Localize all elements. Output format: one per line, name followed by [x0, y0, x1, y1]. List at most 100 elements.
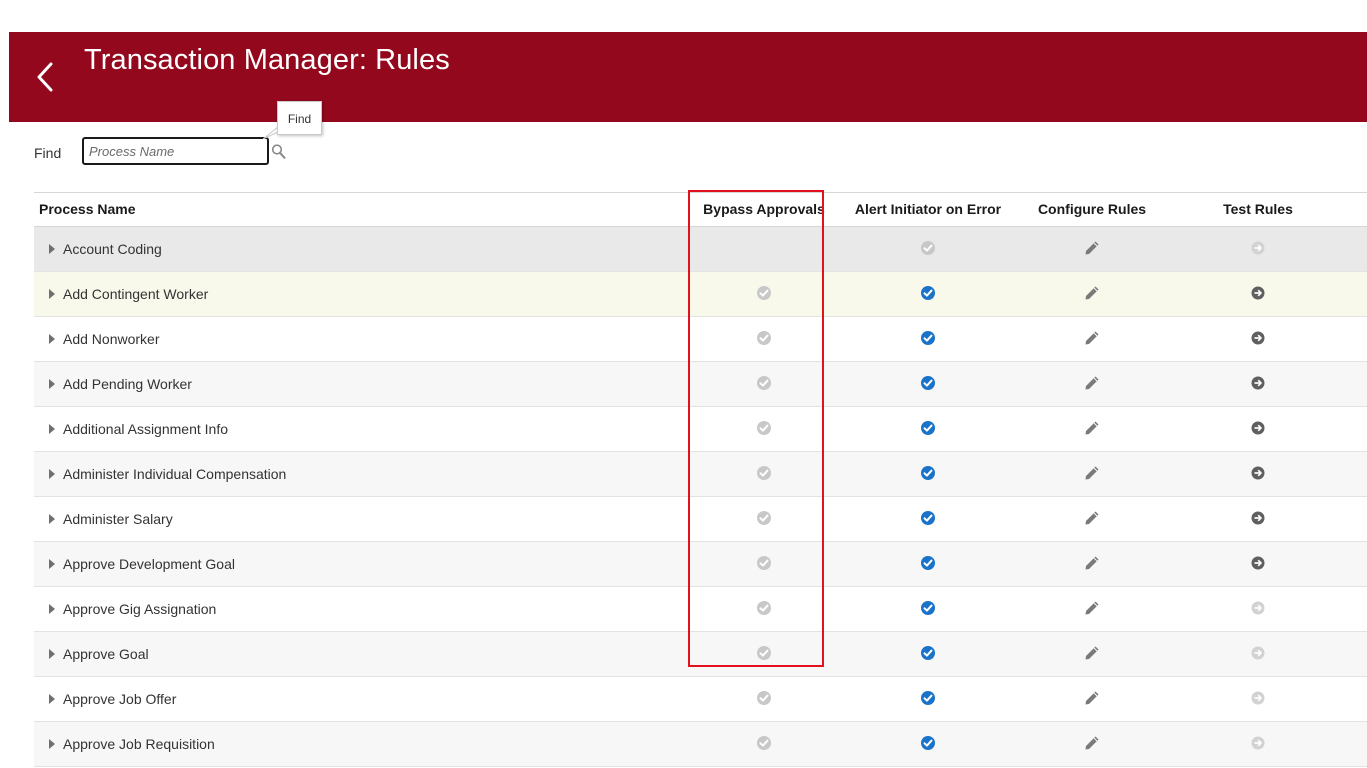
expand-row-icon[interactable]	[49, 739, 55, 749]
table-row[interactable]: Account Coding	[34, 227, 1367, 272]
alert-initiator-cell	[920, 465, 936, 481]
table-row[interactable]: Approve Job Offer	[34, 677, 1367, 722]
table-row[interactable]: Additional Assignment Info	[34, 407, 1367, 452]
check-circle-icon	[756, 645, 772, 661]
pencil-icon	[1084, 285, 1100, 301]
configure-rules-button[interactable]	[1084, 645, 1100, 661]
process-name-cell[interactable]: Add Nonworker	[63, 317, 160, 361]
expand-row-icon[interactable]	[49, 694, 55, 704]
arrow-circle-icon	[1250, 645, 1266, 661]
configure-rules-button[interactable]	[1084, 330, 1100, 346]
table-row[interactable]: Approve Goal	[34, 632, 1367, 677]
pencil-icon	[1084, 645, 1100, 661]
configure-rules-button[interactable]	[1084, 600, 1100, 616]
configure-rules-button[interactable]	[1084, 465, 1100, 481]
find-tooltip: Find	[277, 101, 322, 135]
expand-row-icon[interactable]	[49, 514, 55, 524]
pencil-icon	[1084, 555, 1100, 571]
table-row[interactable]: Add Nonworker	[34, 317, 1367, 362]
check-circle-icon	[756, 285, 772, 301]
configure-rules-button[interactable]	[1084, 375, 1100, 391]
bypass-approvals-cell	[756, 555, 772, 571]
check-circle-icon	[756, 510, 772, 526]
process-name-cell[interactable]: Approve Gig Assignation	[63, 587, 216, 631]
configure-rules-button[interactable]	[1084, 510, 1100, 526]
check-circle-icon	[920, 375, 936, 391]
test-rules-button[interactable]	[1250, 555, 1266, 571]
check-circle-icon	[920, 555, 936, 571]
configure-rules-button[interactable]	[1084, 240, 1100, 256]
process-name-cell[interactable]: Add Contingent Worker	[63, 272, 208, 316]
pencil-icon	[1084, 690, 1100, 706]
alert-initiator-cell	[920, 240, 936, 256]
check-circle-icon	[920, 690, 936, 706]
table-row[interactable]: Add Contingent Worker	[34, 272, 1367, 317]
configure-rules-button[interactable]	[1084, 690, 1100, 706]
check-circle-icon	[920, 420, 936, 436]
test-rules-button[interactable]	[1250, 420, 1266, 436]
process-name-cell[interactable]: Approve Development Goal	[63, 542, 235, 586]
test-rules-button[interactable]	[1250, 285, 1266, 301]
process-name-cell[interactable]: Account Coding	[63, 227, 162, 271]
configure-rules-button[interactable]	[1084, 555, 1100, 571]
alert-initiator-cell	[920, 420, 936, 436]
table-row[interactable]: Approve Development Goal	[34, 542, 1367, 587]
test-rules-button	[1250, 600, 1266, 616]
process-name-cell[interactable]: Approve Job Offer	[63, 677, 176, 721]
check-circle-icon	[756, 690, 772, 706]
process-name-cell[interactable]: Additional Assignment Info	[63, 407, 228, 451]
process-name-cell[interactable]: Add Pending Worker	[63, 362, 192, 406]
expand-row-icon[interactable]	[49, 244, 55, 254]
process-name-cell[interactable]: Approve Job Requisition	[63, 722, 215, 766]
expand-row-icon[interactable]	[49, 379, 55, 389]
process-name-cell[interactable]: Approve Goal	[63, 632, 149, 676]
col-header-process-name[interactable]: Process Name	[39, 193, 136, 226]
check-circle-icon	[756, 420, 772, 436]
process-name-cell[interactable]: Administer Salary	[63, 497, 173, 541]
test-rules-button[interactable]	[1250, 465, 1266, 481]
arrow-circle-icon	[1250, 240, 1266, 256]
col-header-configure-rules[interactable]: Configure Rules	[1012, 193, 1172, 226]
configure-rules-button[interactable]	[1084, 420, 1100, 436]
col-header-alert-initiator[interactable]: Alert Initiator on Error	[848, 193, 1008, 226]
pencil-icon	[1084, 240, 1100, 256]
check-circle-icon	[920, 330, 936, 346]
bypass-approvals-cell	[756, 600, 772, 616]
table-body: Account Coding Add Contingent Worker	[34, 227, 1367, 767]
col-header-test-rules[interactable]: Test Rules	[1178, 193, 1338, 226]
test-rules-button	[1250, 735, 1266, 751]
check-circle-icon	[920, 285, 936, 301]
bypass-approvals-cell	[756, 465, 772, 481]
test-rules-button[interactable]	[1250, 510, 1266, 526]
arrow-circle-icon	[1250, 420, 1266, 436]
table-row[interactable]: Add Pending Worker	[34, 362, 1367, 407]
expand-row-icon[interactable]	[49, 334, 55, 344]
table-row[interactable]: Administer Individual Compensation	[34, 452, 1367, 497]
process-name-cell[interactable]: Administer Individual Compensation	[63, 452, 286, 496]
col-header-bypass-approvals[interactable]: Bypass Approvals	[684, 193, 844, 226]
check-circle-icon	[756, 375, 772, 391]
expand-row-icon[interactable]	[49, 649, 55, 659]
expand-row-icon[interactable]	[49, 559, 55, 569]
back-button[interactable]	[31, 58, 61, 98]
check-circle-icon	[920, 465, 936, 481]
expand-row-icon[interactable]	[49, 289, 55, 299]
expand-row-icon[interactable]	[49, 604, 55, 614]
configure-rules-button[interactable]	[1084, 735, 1100, 751]
configure-rules-button[interactable]	[1084, 285, 1100, 301]
check-circle-icon	[920, 510, 936, 526]
test-rules-button[interactable]	[1250, 330, 1266, 346]
table-row[interactable]: Approve Gig Assignation	[34, 587, 1367, 632]
table-row[interactable]: Administer Salary	[34, 497, 1367, 542]
alert-initiator-cell	[920, 645, 936, 661]
table-row[interactable]: Approve Job Requisition	[34, 722, 1367, 767]
test-rules-button	[1250, 240, 1266, 256]
arrow-circle-icon	[1250, 510, 1266, 526]
search-button[interactable]	[270, 143, 288, 161]
test-rules-button[interactable]	[1250, 375, 1266, 391]
bypass-approvals-cell	[756, 510, 772, 526]
process-name-search-input[interactable]	[82, 137, 269, 165]
expand-row-icon[interactable]	[49, 424, 55, 434]
test-rules-button	[1250, 690, 1266, 706]
expand-row-icon[interactable]	[49, 469, 55, 479]
